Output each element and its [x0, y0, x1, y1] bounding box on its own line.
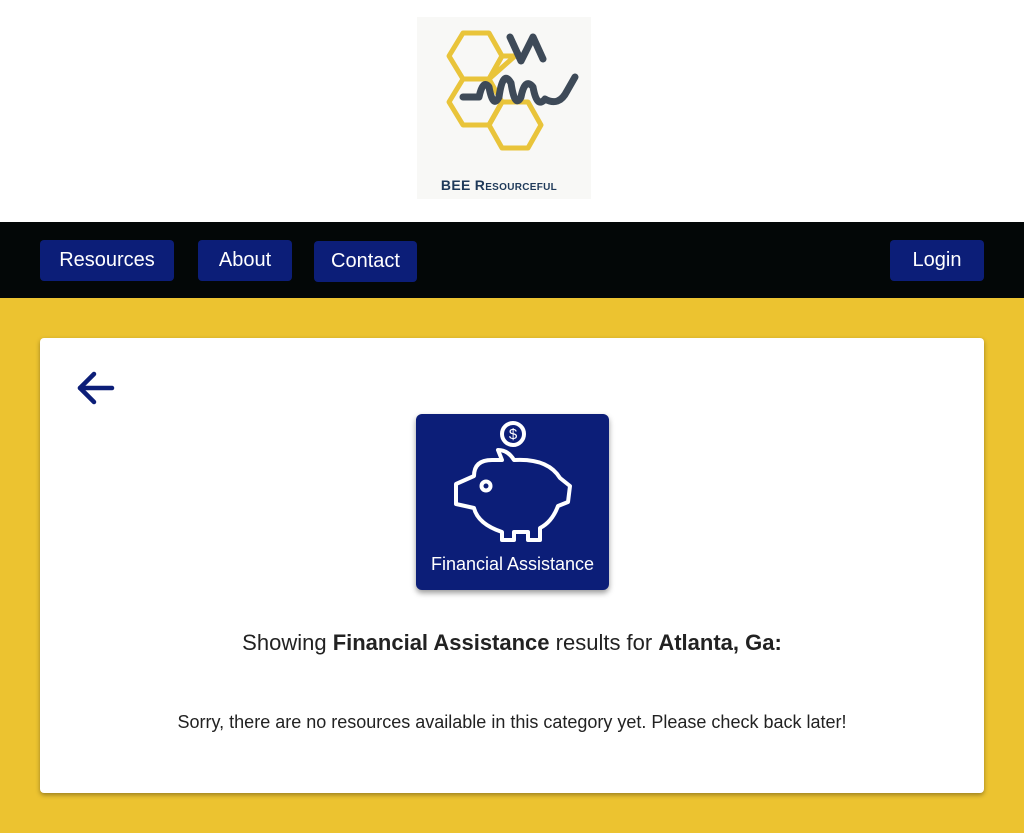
- back-button[interactable]: [76, 370, 116, 406]
- results-category: Financial Assistance: [332, 630, 550, 655]
- empty-results-message: Sorry, there are no resources available …: [177, 712, 847, 732]
- results-prefix: Showing: [242, 630, 333, 655]
- bee-honeycomb-logo-icon: [446, 30, 579, 151]
- login-button[interactable]: Login: [890, 240, 984, 281]
- nav-about-button[interactable]: About: [198, 240, 292, 281]
- nav-contact-button[interactable]: Contact: [314, 241, 417, 282]
- results-middle: results for: [549, 630, 659, 655]
- results-location: Atlanta, Ga:: [658, 630, 782, 655]
- logo-text: BEE Resourceful: [440, 177, 558, 193]
- category-tile-label: Financial Assistance: [430, 554, 595, 574]
- results-heading: Showing Financial Assistance results for…: [40, 630, 984, 656]
- navbar: Resources About Contact Login: [0, 222, 1024, 298]
- header-logo-band: BEE Resourceful: [0, 0, 1024, 222]
- logo[interactable]: BEE Resourceful: [417, 17, 591, 199]
- svg-text:$: $: [509, 426, 518, 443]
- piggy-bank-icon: $: [454, 421, 572, 542]
- results-card: $ Financial Assistance Showing Financial…: [40, 338, 984, 793]
- category-tile-financial-assistance[interactable]: $ Financial Assistance: [416, 414, 609, 590]
- nav-resources-button[interactable]: Resources: [40, 240, 174, 281]
- arrow-left-icon: [77, 371, 115, 405]
